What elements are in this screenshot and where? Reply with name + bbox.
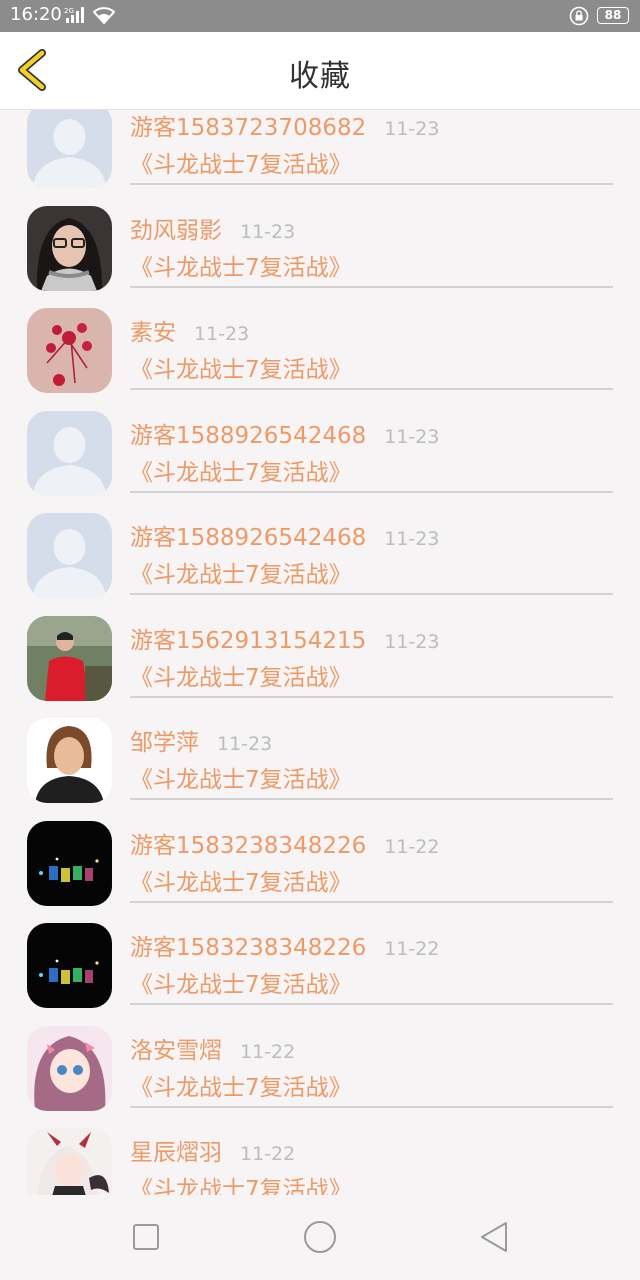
favorite-row[interactable]: 游客1583238348226 11-22 《斗龙战士7复活战》 (0, 915, 640, 1018)
user-info-line: 游客1562913154215 11-23 (130, 621, 439, 655)
avatar[interactable] (27, 820, 112, 906)
header-bar: 收藏 (0, 32, 640, 110)
favorite-row[interactable]: 游客1583238348226 11-22 《斗龙战士7复活战》 (0, 813, 640, 916)
divider (130, 388, 613, 390)
triangle-back-icon (481, 1222, 507, 1252)
divider (130, 695, 613, 698)
system-navigation-bar (0, 1195, 640, 1280)
favorite-row[interactable]: 素安 11-23 《斗龙战士7复活战》 (0, 300, 640, 403)
favorite-date: 11-23 (384, 425, 440, 448)
user-info-line: 游客1588926542468 11-23 (130, 518, 439, 552)
book-title[interactable]: 《斗龙战士7复活战》 (130, 145, 352, 179)
favorite-date: 11-22 (240, 1143, 296, 1165)
user-name: 游客1588926542468 (130, 422, 367, 449)
favorite-row[interactable]: 游客1588926542468 11-23 《斗龙战士7复活战》 (0, 505, 640, 608)
favorite-date: 11-23 (384, 118, 440, 140)
user-info-line: 素安 11-23 (130, 313, 249, 347)
book-title[interactable]: 《斗龙战士7复活战》 (130, 1170, 352, 1195)
favorite-row[interactable]: 邹学萍 11-23 《斗龙战士7复活战》 (0, 710, 640, 813)
status-bar: 16:20 2G 88 (0, 0, 640, 32)
square-icon (133, 1224, 159, 1250)
divider (130, 1105, 613, 1108)
divider (130, 490, 613, 493)
book-title[interactable]: 《斗龙战士7复活战》 (130, 453, 352, 487)
favorite-date: 11-23 (194, 323, 250, 345)
divider (130, 900, 613, 903)
user-name: 游客1583238348226 (130, 935, 367, 961)
book-title[interactable]: 《斗龙战士7复活战》 (130, 760, 352, 794)
avatar[interactable] (27, 410, 112, 496)
divider (130, 798, 613, 800)
signal-icon: 2G (64, 6, 88, 28)
favorite-date: 11-22 (384, 938, 440, 960)
book-title[interactable]: 《斗龙战士7复活战》 (130, 350, 352, 384)
favorite-date: 11-22 (384, 835, 440, 858)
user-name: 素安 (130, 320, 176, 346)
wifi-icon (92, 7, 116, 28)
favorite-row[interactable]: 劲风弱影 11-23 《斗龙战士7复活战》 (0, 198, 640, 301)
favorite-date: 11-23 (240, 220, 296, 243)
divider (130, 593, 613, 595)
book-title[interactable]: 《斗龙战士7复活战》 (130, 658, 352, 692)
user-info-line: 游客1583238348226 11-22 (130, 826, 439, 860)
book-title[interactable]: 《斗龙战士7复活战》 (130, 965, 352, 999)
favorite-date: 11-23 (217, 733, 273, 755)
favorite-row[interactable]: 游客1588926542468 11-23 《斗龙战士7复活战》 (0, 403, 640, 506)
divider (130, 285, 613, 288)
favorite-date: 11-23 (384, 630, 440, 653)
user-name: 邹学萍 (130, 730, 199, 756)
home-button[interactable] (298, 1215, 342, 1259)
user-info-line: 游客1583723708682 11-23 (130, 110, 439, 142)
user-info-line: 洛安雪熠 11-22 (130, 1031, 295, 1065)
rotation-lock-icon (569, 6, 589, 30)
divider (130, 183, 613, 185)
user-name: 游客1562913154215 (130, 627, 367, 654)
book-title[interactable]: 《斗龙战士7复活战》 (130, 863, 352, 897)
favorite-row[interactable]: 游客1562913154215 11-23 《斗龙战士7复活战》 (0, 608, 640, 711)
divider (130, 1003, 613, 1005)
user-info-line: 星辰熠羽 11-22 (130, 1133, 295, 1167)
user-info-line: 游客1583238348226 11-22 (130, 928, 439, 962)
avatar[interactable] (27, 205, 112, 291)
book-title[interactable]: 《斗龙战士7复活战》 (130, 555, 352, 589)
system-back-button[interactable] (474, 1215, 518, 1259)
favorite-date: 11-22 (240, 1040, 296, 1063)
book-title[interactable]: 《斗龙战士7复活战》 (130, 1068, 352, 1102)
favorite-row[interactable]: 星辰熠羽 11-22 《斗龙战士7复活战》 (0, 1120, 640, 1195)
user-info-line: 邹学萍 11-23 (130, 723, 272, 757)
user-name: 洛安雪熠 (130, 1037, 222, 1064)
avatar[interactable] (27, 923, 112, 1008)
user-info-line: 劲风弱影 11-23 (130, 211, 295, 245)
page-title: 收藏 (289, 59, 351, 94)
user-name: 游客1583238348226 (130, 832, 367, 859)
book-title[interactable]: 《斗龙战士7复活战》 (130, 248, 352, 282)
user-name: 劲风弱影 (130, 217, 222, 244)
status-time: 16:20 (10, 4, 62, 25)
favorite-date: 11-23 (384, 528, 440, 550)
network-type: 2G (64, 7, 74, 15)
battery-indicator: 88 (597, 7, 629, 24)
favorite-row[interactable]: 游客1583723708682 11-23 《斗龙战士7复活战》 (0, 110, 640, 198)
avatar[interactable] (27, 615, 112, 701)
avatar[interactable] (27, 1025, 112, 1111)
user-name: 游客1588926542468 (130, 525, 367, 551)
favorite-row[interactable]: 洛安雪熠 11-22 《斗龙战士7复活战》 (0, 1018, 640, 1121)
avatar[interactable] (27, 513, 112, 598)
recent-apps-button[interactable] (124, 1215, 168, 1259)
user-info-line: 游客1588926542468 11-23 (130, 416, 439, 450)
user-name: 星辰熠羽 (130, 1140, 222, 1166)
user-name: 游客1583723708682 (130, 115, 367, 141)
circle-icon (304, 1221, 336, 1253)
avatar[interactable] (27, 308, 112, 393)
avatar[interactable] (27, 110, 112, 188)
avatar[interactable] (27, 1128, 112, 1195)
avatar[interactable] (27, 718, 112, 803)
favorites-list[interactable]: 游客1583723708682 11-23 《斗龙战士7复活战》 劲风弱影 11-23… (0, 110, 640, 1195)
